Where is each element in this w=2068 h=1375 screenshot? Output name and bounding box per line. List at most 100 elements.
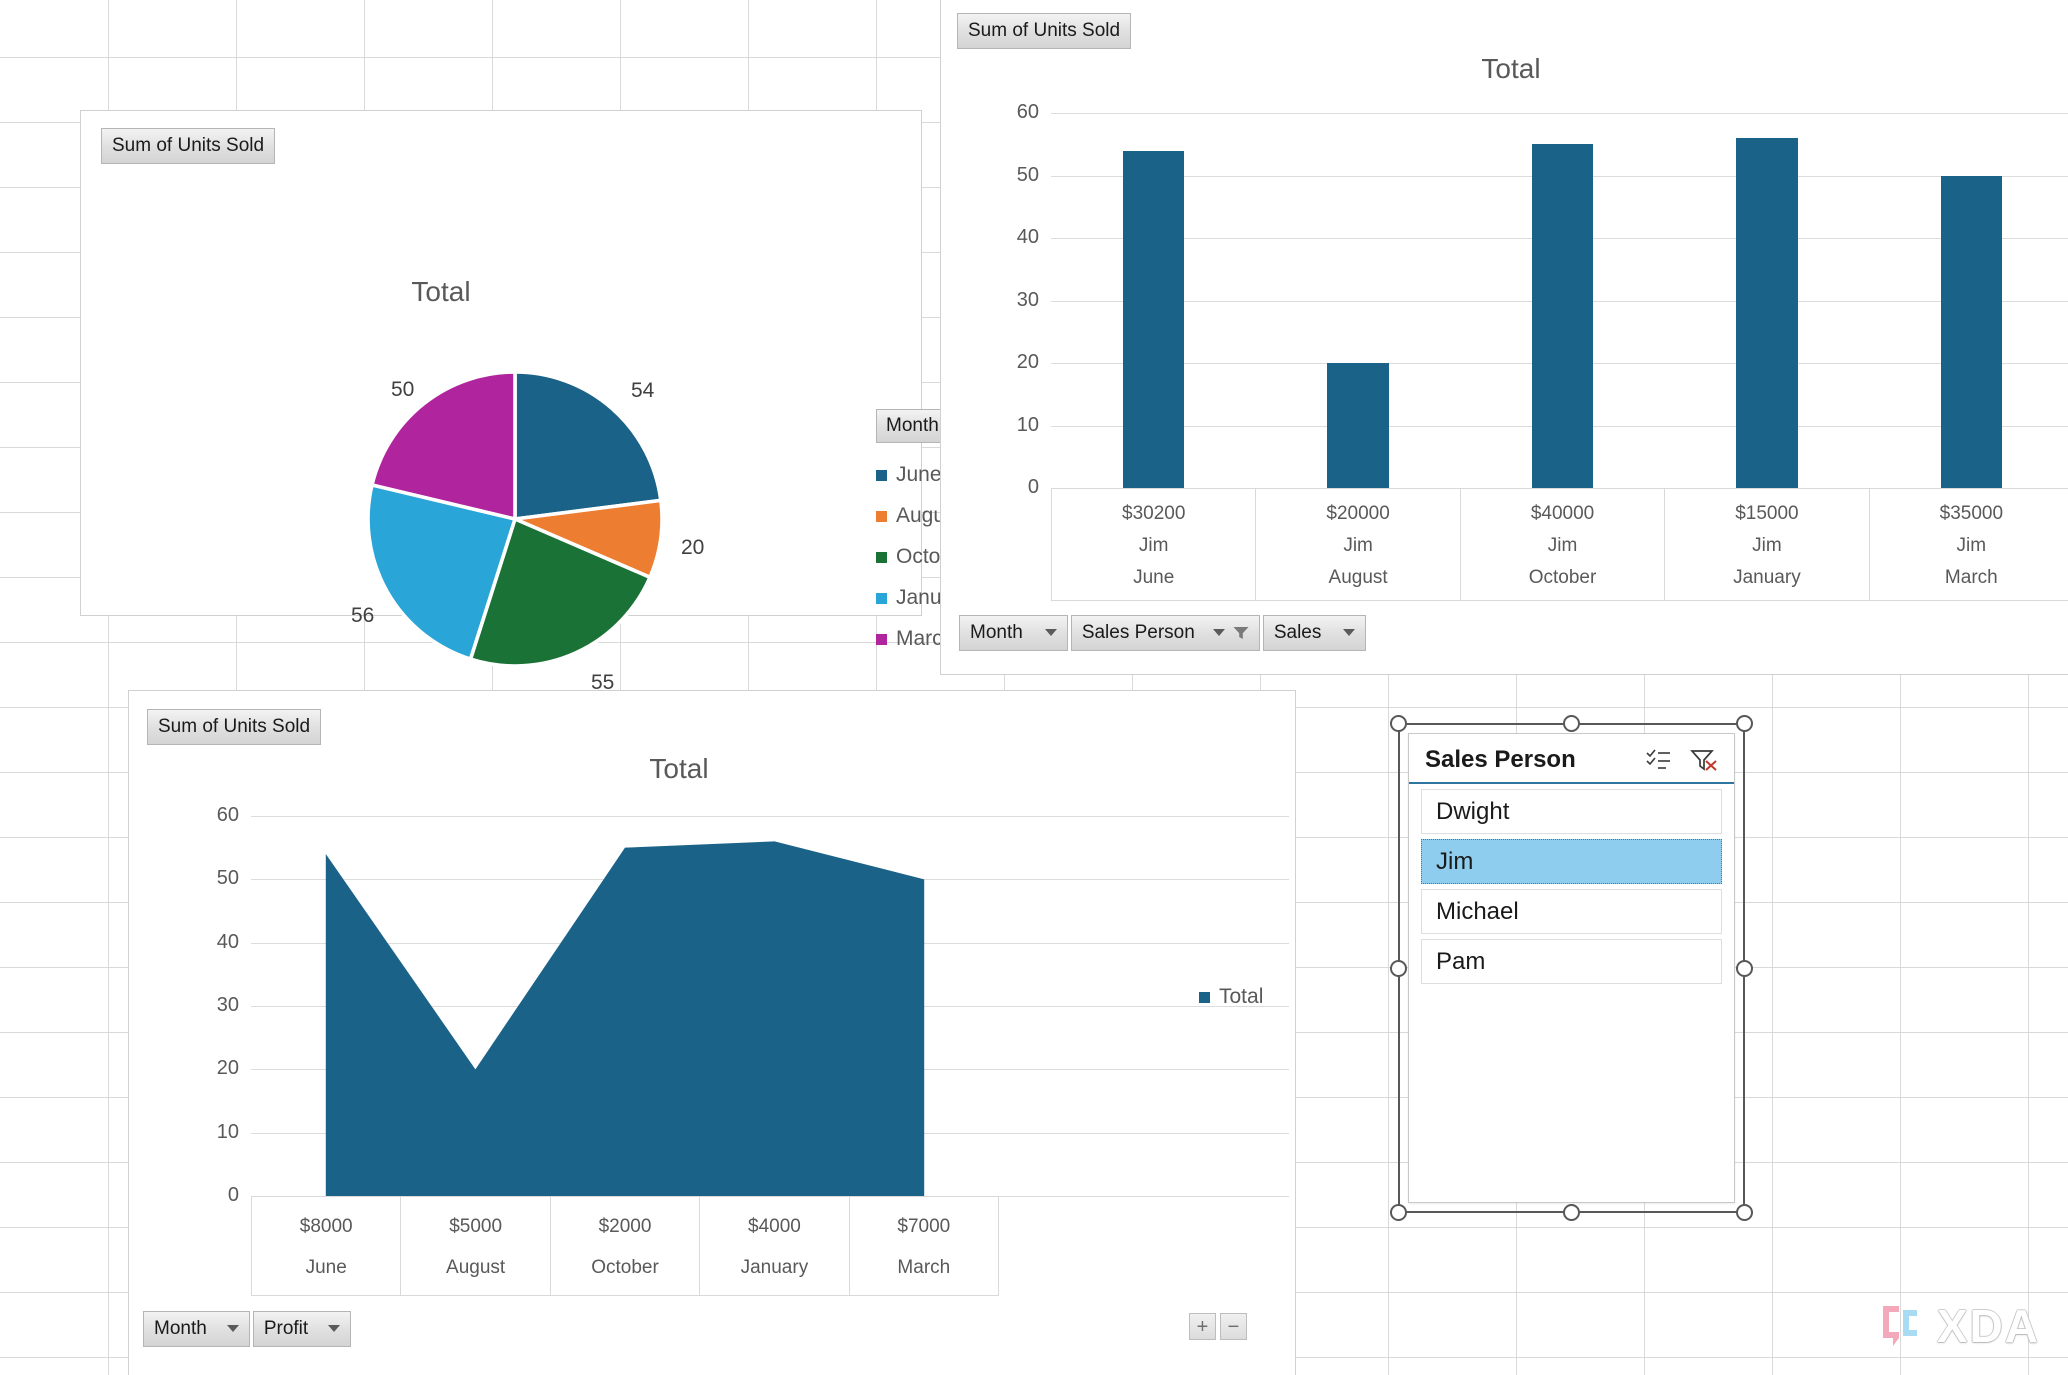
y-axis-tick-50: 50: [999, 164, 1039, 187]
resize-handle-middle-left[interactable]: [1390, 960, 1407, 977]
chevron-down-icon: [1343, 629, 1355, 636]
resize-handle-bottom-left[interactable]: [1390, 1204, 1407, 1221]
category-column-0: $8000June: [252, 1197, 401, 1295]
category-cell-profit: $7000: [897, 1217, 950, 1238]
gridline-60: [1051, 113, 2068, 114]
pie-label-june: 54: [631, 379, 654, 403]
pie-chart-title: Total: [81, 276, 801, 308]
legend-swatch-june: [876, 470, 887, 481]
expand-field-button[interactable]: +: [1189, 1313, 1216, 1340]
category-cell-sales: $30200: [1122, 504, 1185, 525]
category-cell-sales-person: Jim: [1957, 536, 1987, 557]
bar-june[interactable]: [1123, 151, 1184, 489]
legend-swatch-january: [876, 593, 887, 604]
chevron-down-icon: [328, 1325, 340, 1332]
chevron-down-icon: [1213, 629, 1225, 636]
legend-swatch-march: [876, 634, 887, 645]
area-field-button-month[interactable]: Month: [143, 1311, 250, 1347]
category-column-4: $35000 Jim March: [1870, 489, 2068, 600]
collapse-field-button[interactable]: −: [1220, 1313, 1247, 1340]
slicer-header: Sales Person: [1409, 734, 1734, 784]
resize-handle-middle-right[interactable]: [1736, 960, 1753, 977]
category-cell-month: October: [591, 1258, 659, 1279]
resize-handle-top-right[interactable]: [1736, 715, 1753, 732]
area-chart-title: Total: [129, 753, 1229, 785]
filter-icon[interactable]: [1233, 626, 1249, 640]
category-cell-sales-person: Jim: [1752, 536, 1782, 557]
category-cell-sales: $15000: [1735, 504, 1798, 525]
bar-field-button-sales[interactable]: Sales: [1263, 615, 1367, 651]
category-cell-sales-person: Jim: [1139, 536, 1169, 557]
slicer-item-michael[interactable]: Michael: [1421, 889, 1722, 934]
category-cell-month: August: [446, 1258, 505, 1279]
area-legend-label: Total: [1219, 985, 1263, 1009]
bar-chart-title: Total: [941, 53, 2068, 85]
resize-handle-bottom-right[interactable]: [1736, 1204, 1753, 1221]
bar-field-buttons: Month Sales Person Sales: [959, 615, 1366, 651]
area-field-header-button[interactable]: Sum of Units Sold: [147, 709, 321, 745]
bar-category-table: $30200JimJune$20000JimAugust$40000JimOct…: [1051, 488, 2068, 601]
area-plot-area: 0102030405060: [179, 816, 1289, 1196]
category-cell-profit: $5000: [449, 1217, 502, 1238]
area-expand-collapse-buttons: + −: [1189, 1313, 1247, 1340]
pie-label-january: 56: [351, 604, 374, 628]
bar-october[interactable]: [1532, 144, 1593, 488]
bar-field-button-month[interactable]: Month: [959, 615, 1068, 651]
category-cell-month: March: [1945, 568, 1998, 589]
pie-chart-frame[interactable]: Sum of Units Sold Total 50 54 20 55 56 M…: [80, 110, 922, 616]
bar-field-button-sales-person[interactable]: Sales Person: [1071, 615, 1260, 651]
area-field-header-label: Sum of Units Sold: [158, 717, 310, 736]
area-field-buttons: Month Profit: [143, 1311, 351, 1347]
pie-field-header-label: Sum of Units Sold: [112, 136, 264, 155]
area-series-total[interactable]: [179, 816, 1289, 1196]
category-cell-sales-person: Jim: [1548, 536, 1578, 557]
slicer-header-icons: [1646, 748, 1718, 772]
category-cell-month: March: [897, 1258, 950, 1279]
bar-field-header-label: Sum of Units Sold: [968, 21, 1120, 40]
category-cell-sales: $20000: [1326, 504, 1389, 525]
resize-handle-bottom-center[interactable]: [1563, 1204, 1580, 1221]
bar-field-button-sales-person-label: Sales Person: [1082, 623, 1195, 642]
pie-legend-field-label: Month: [886, 416, 939, 435]
bar-chart-frame[interactable]: Sum of Units Sold Total 0102030405060 $3…: [940, 0, 2068, 675]
resize-handle-top-left[interactable]: [1390, 715, 1407, 732]
y-axis-tick-10: 10: [999, 414, 1039, 437]
category-cell-month: June: [306, 1258, 347, 1279]
pie-label-march: 50: [391, 378, 414, 402]
bar-march[interactable]: [1941, 176, 2002, 489]
category-column-2: $2000 October: [551, 1197, 700, 1295]
sales-person-slicer[interactable]: Sales Person Dwight Jim Michael Pam: [1408, 733, 1735, 1203]
bar-field-button-month-label: Month: [970, 623, 1023, 642]
y-axis-tick-60: 60: [999, 101, 1039, 124]
category-column-1: $20000 Jim August: [1256, 489, 1460, 600]
xda-watermark: XDA: [1877, 1299, 2040, 1353]
category-cell-sales-person: Jim: [1343, 536, 1373, 557]
area-chart-frame[interactable]: Sum of Units Sold Total 0102030405060 To…: [128, 690, 1296, 1375]
y-axis-tick-0: 0: [999, 476, 1039, 499]
category-column-3: $15000 Jim January: [1665, 489, 1869, 600]
category-cell-sales: $40000: [1531, 504, 1594, 525]
area-field-button-profit[interactable]: Profit: [253, 1311, 351, 1347]
category-cell-profit: $4000: [748, 1217, 801, 1238]
pie-field-header-button[interactable]: Sum of Units Sold: [101, 128, 275, 164]
clear-filter-icon[interactable]: [1690, 748, 1718, 772]
category-cell-month: August: [1329, 568, 1388, 589]
slicer-item-list[interactable]: Dwight Jim Michael Pam: [1409, 789, 1734, 984]
area-legend: Total: [1199, 985, 1263, 1009]
resize-handle-top-center[interactable]: [1563, 715, 1580, 732]
slicer-item-jim[interactable]: Jim: [1421, 839, 1722, 884]
bar-field-header-button[interactable]: Sum of Units Sold: [957, 13, 1131, 49]
category-cell-sales: $35000: [1940, 504, 2003, 525]
slicer-item-pam[interactable]: Pam: [1421, 939, 1722, 984]
pie-slices[interactable]: [365, 369, 665, 669]
pie-legend-label-june: June: [896, 463, 942, 487]
xda-watermark-text: XDA: [1937, 1299, 2040, 1353]
category-column-4: $7000 March: [850, 1197, 999, 1295]
category-cell-month: January: [1733, 568, 1801, 589]
area-legend-item-total: Total: [1199, 985, 1263, 1009]
multi-select-icon[interactable]: [1646, 748, 1672, 772]
category-cell-profit: $2000: [599, 1217, 652, 1238]
bar-january[interactable]: [1736, 138, 1797, 488]
bar-august[interactable]: [1327, 363, 1388, 488]
slicer-item-dwight[interactable]: Dwight: [1421, 789, 1722, 834]
